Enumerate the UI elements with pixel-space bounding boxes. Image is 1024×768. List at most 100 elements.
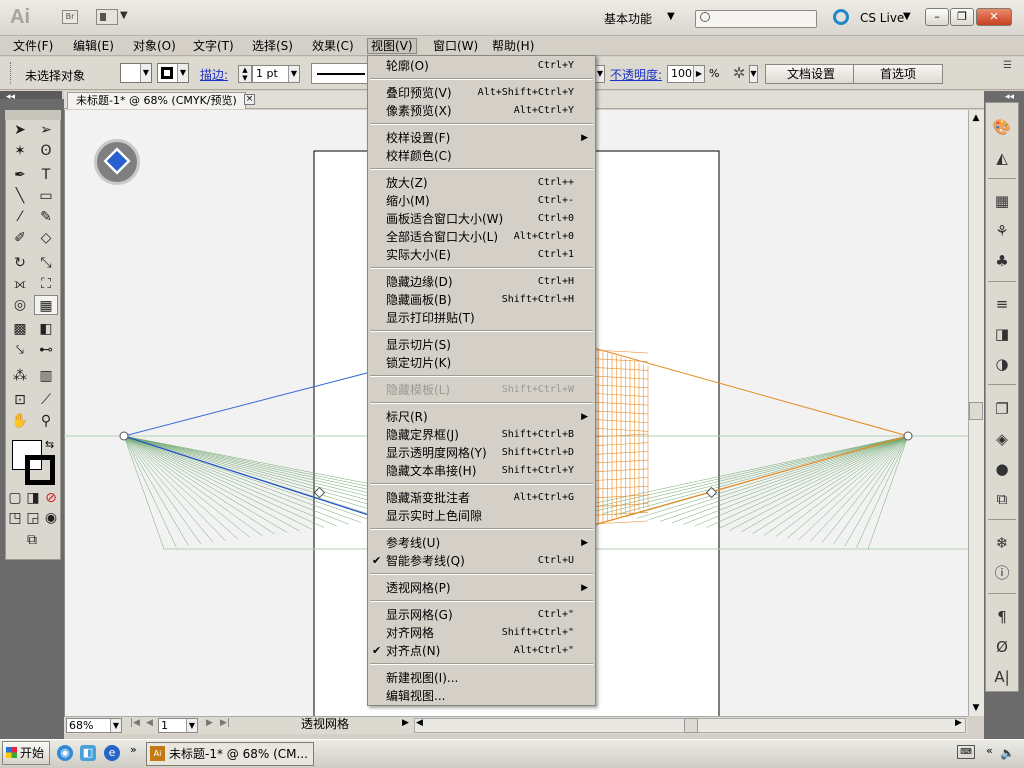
view-menu-item[interactable]: 锁定切片(K) — [368, 354, 594, 372]
free-transform-tool-icon[interactable]: ⛶ — [34, 274, 58, 294]
eyedropper-tool-icon[interactable]: ⤥ — [8, 340, 32, 360]
menu-help[interactable]: 帮助(H) — [489, 38, 537, 54]
view-menu-item[interactable]: 校样设置(F) ▶ — [368, 129, 594, 147]
gradient-mode-icon[interactable]: ◨ — [24, 488, 42, 508]
panel-menu-icon[interactable]: ☰ — [1003, 60, 1012, 71]
view-menu-item[interactable]: 隐藏定界框(J) Shift+Ctrl+B — [368, 426, 594, 444]
graphic-styles-icon[interactable]: ● — [985, 457, 1019, 481]
view-menu-item[interactable]: 隐藏边缘(D) Ctrl+H — [368, 273, 594, 291]
view-menu-item[interactable]: 参考线(U) ▶ — [368, 534, 594, 552]
arrange-dropdown-icon[interactable]: ▼ — [120, 10, 128, 21]
view-menu-item[interactable]: 新建视图(I)... — [368, 669, 594, 687]
view-menu-item[interactable]: 放大(Z) Ctrl++ — [368, 174, 594, 192]
artboard-tool-icon[interactable]: ⊡ — [8, 390, 32, 410]
swatches-icon[interactable]: ▦ — [985, 189, 1019, 213]
chevron-down-icon[interactable]: ▼ — [110, 719, 121, 732]
artboards-icon[interactable]: ⧉ — [985, 487, 1019, 511]
volume-icon[interactable]: 🔈 — [1000, 745, 1016, 761]
hand-tool-icon[interactable]: ✋ — [8, 411, 32, 431]
brush-definition-field[interactable] — [311, 63, 369, 84]
scroll-up-icon[interactable]: ▲ — [968, 110, 984, 126]
rotate-tool-icon[interactable]: ↻ — [8, 253, 32, 273]
none-mode-icon[interactable]: ⊘ — [42, 488, 60, 508]
collapse-icon[interactable]: ◂◂ — [6, 92, 15, 102]
menu-edit[interactable]: 编辑(E) — [70, 38, 117, 54]
expand-panels-icon[interactable]: ◂◂ — [1005, 92, 1014, 102]
scroll-down-icon[interactable]: ▼ — [968, 700, 984, 716]
scale-tool-icon[interactable]: ⤡ — [34, 253, 58, 273]
direct-selection-tool-icon[interactable]: ➢ — [34, 120, 58, 140]
search-input[interactable] — [695, 10, 817, 28]
stroke-weight-value[interactable]: 1 pt — [256, 67, 278, 80]
gradient-tool-icon[interactable]: ◧ — [34, 319, 58, 339]
gradient-panel-icon[interactable]: ◨ — [985, 322, 1019, 346]
draw-behind-icon[interactable]: ◲ — [24, 508, 42, 528]
tray-expand-icon[interactable]: « — [986, 744, 993, 757]
document-tab[interactable]: 未标题-1* @ 68% (CMYK/预览) — [67, 92, 246, 109]
paintbrush-tool-icon[interactable]: ⁄ — [8, 207, 32, 227]
view-menu-item[interactable]: 像素预览(X) Alt+Ctrl+Y — [368, 102, 594, 120]
ie-icon[interactable]: e — [104, 745, 120, 761]
view-menu-item[interactable]: 轮廓(O) Ctrl+Y — [368, 57, 594, 75]
lasso-tool-icon[interactable]: ʘ — [34, 141, 58, 161]
grip-handle[interactable] — [10, 62, 13, 84]
view-menu-item[interactable]: 显示实时上色间隙 — [368, 507, 594, 525]
view-menu-item[interactable]: 编辑视图... — [368, 687, 594, 705]
layers-icon[interactable]: ◈ — [985, 427, 1019, 451]
draw-normal-icon[interactable]: ◳ — [6, 508, 24, 528]
menu-effect[interactable]: 效果(C) — [309, 38, 357, 54]
start-button[interactable]: 开始 — [2, 741, 50, 765]
info-icon[interactable]: ⓘ — [985, 561, 1019, 585]
color-guide-icon[interactable]: ◭ — [985, 146, 1019, 170]
mesh-tool-icon[interactable]: ▩ — [8, 319, 32, 339]
stroke-swatch[interactable]: ▼ — [157, 63, 189, 83]
status-text[interactable]: 透视网格 — [235, 716, 415, 733]
symbols-icon[interactable]: ♣ — [985, 249, 1019, 273]
blend-tool-icon[interactable]: ⊷ — [34, 340, 58, 360]
chrome-icon[interactable]: ◉ — [57, 745, 73, 761]
close-icon[interactable]: × — [244, 94, 255, 105]
menu-window[interactable]: 窗口(W) — [430, 38, 481, 54]
cslive-label[interactable]: CS Live — [860, 11, 904, 25]
recolor-icon[interactable]: ✲ — [730, 64, 748, 82]
fill-swatch[interactable]: ▼ — [120, 63, 152, 83]
zoom-field[interactable]: 68% ▼ — [66, 718, 122, 733]
draw-inside-icon[interactable]: ◉ — [42, 508, 60, 528]
scroll-left-icon[interactable]: ◀ — [416, 718, 423, 728]
character-icon[interactable]: A| — [985, 665, 1019, 689]
taskbar-app-button[interactable]: 未标题-1* @ 68% (CM... — [146, 742, 314, 766]
screen-mode-icon[interactable]: ⧉ — [20, 530, 44, 550]
column-graph-tool-icon[interactable]: ▥ — [34, 366, 58, 386]
stroke-color-box[interactable] — [25, 455, 55, 485]
stroke-weight-field[interactable]: 1 pt ▼ — [252, 65, 300, 83]
view-menu-item[interactable]: 标尺(R) ▶ — [368, 408, 594, 426]
opacity-field[interactable]: 100 ▶ — [667, 65, 705, 83]
restore-button[interactable]: ❐ — [950, 8, 974, 26]
chevron-down-icon[interactable]: ▼ — [288, 66, 299, 82]
toolbox-grip[interactable] — [5, 110, 61, 120]
chevron-down-icon[interactable]: ▼ — [667, 11, 675, 22]
opacity-value[interactable]: 100 — [671, 67, 692, 80]
swap-icon[interactable]: ⇆ — [45, 438, 54, 451]
pen-tool-icon[interactable]: ✒ — [8, 165, 32, 185]
next-artboard-icon[interactable]: ▶ — [206, 718, 213, 728]
menu-object[interactable]: 对象(O) — [130, 38, 179, 54]
plane-switching-widget[interactable] — [94, 139, 140, 185]
eraser-tool-icon[interactable]: ◇ — [34, 228, 58, 248]
view-menu-item[interactable]: 缩小(M) Ctrl+- — [368, 192, 594, 210]
arrange-documents-icon[interactable] — [96, 9, 118, 25]
chevron-right-icon[interactable]: ▶ — [693, 66, 704, 82]
zoom-value[interactable]: 68% — [69, 719, 93, 732]
stroke-panel-icon[interactable]: ≡ — [985, 292, 1019, 316]
view-menu-item[interactable]: 叠印预览(V) Alt+Shift+Ctrl+Y — [368, 84, 594, 102]
opentype-icon[interactable]: Ø — [985, 635, 1019, 659]
perspective-grid-tool-icon[interactable]: ▦ — [34, 295, 58, 315]
view-menu-item[interactable]: ✔ 对齐点(N) Alt+Ctrl+" — [368, 642, 594, 660]
paragraph-icon[interactable]: ¶ — [985, 605, 1019, 629]
minimize-button[interactable]: – — [925, 8, 949, 26]
view-menu-item[interactable]: 透视网格(P) ▶ — [368, 579, 594, 597]
type-tool-icon[interactable]: T — [34, 165, 58, 185]
view-menu-item[interactable]: 对齐网格 Shift+Ctrl+" — [368, 624, 594, 642]
appearance-icon[interactable]: ❐ — [985, 397, 1019, 421]
vertical-scroll-thumb[interactable] — [969, 402, 983, 420]
